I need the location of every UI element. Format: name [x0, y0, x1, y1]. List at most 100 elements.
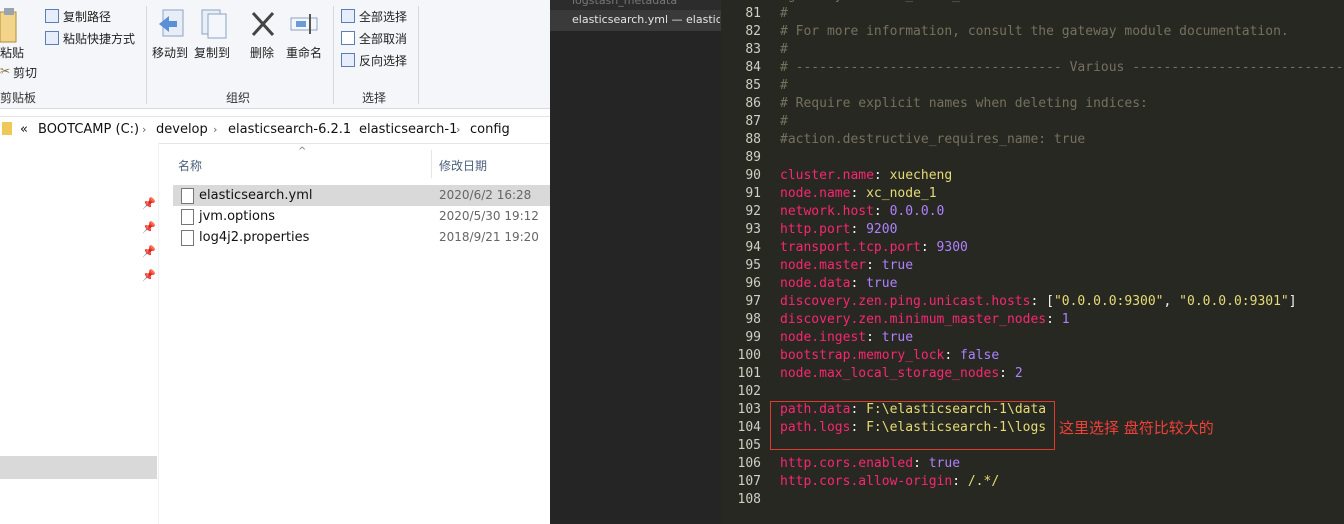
sidebar-item-label: elasticsearch.yml — elasticsearch	[572, 13, 720, 26]
file-name: elasticsearch.yml	[199, 188, 313, 203]
code-line[interactable]: #	[780, 77, 1344, 95]
paste-button[interactable]: 粘贴	[0, 44, 24, 61]
code-line[interactable]: #	[780, 41, 1344, 59]
ribbon: 粘贴 复制路径 粘贴快捷方式 ✂ 剪切 剪贴板 移动到 复制到 删除 重命名 组…	[0, 0, 550, 109]
file-row[interactable]: jvm.options 2020/5/30 19:12	[173, 206, 550, 227]
invert-selection-button[interactable]: 反向选择	[359, 52, 407, 69]
select-all-icon	[341, 9, 355, 23]
breadcrumb-overflow[interactable]: «	[20, 122, 28, 137]
copy-path-icon	[45, 9, 59, 23]
line-number: 104	[737, 420, 761, 435]
navigation-selected-item[interactable]	[0, 456, 157, 479]
group-divider	[146, 6, 147, 104]
code-line[interactable]: transport.tcp.port: 9300	[780, 239, 1344, 257]
line-number: 102	[737, 384, 761, 399]
line-number: 81	[745, 6, 761, 21]
code-line[interactable]: network.host: 0.0.0.0	[780, 203, 1344, 221]
code-line[interactable]: bootstrap.memory_lock: false	[780, 347, 1344, 365]
file-icon	[181, 209, 194, 225]
breadcrumb-config[interactable]: config	[470, 122, 510, 137]
chevron-right-icon: ›	[456, 123, 461, 136]
delete-button[interactable]: 删除	[250, 44, 274, 61]
breadcrumb-elasticsearch-1[interactable]: elasticsearch-1	[359, 122, 457, 137]
line-number: 85	[745, 78, 761, 93]
line-number: 95	[745, 258, 761, 273]
line-number: 108	[737, 492, 761, 507]
line-number: 92	[745, 204, 761, 219]
code-line[interactable]: # For more information, consult the gate…	[780, 23, 1344, 41]
code-line[interactable]: http.cors.allow-origin: /.*/	[780, 473, 1344, 491]
line-number: 89	[745, 150, 761, 165]
copy-path-button[interactable]: 复制路径	[63, 8, 111, 25]
move-to-icon[interactable]	[157, 8, 187, 44]
code-line[interactable]: discovery.zen.minimum_master_nodes: 1	[780, 311, 1344, 329]
copy-to-button[interactable]: 复制到	[194, 44, 230, 61]
copy-to-icon[interactable]	[200, 8, 230, 44]
code-line[interactable]	[780, 149, 1344, 167]
select-all-button[interactable]: 全部选择	[359, 8, 407, 25]
file-row[interactable]: log4j2.properties 2018/9/21 19:20	[173, 227, 550, 248]
code-line[interactable]	[780, 383, 1344, 401]
column-header-date[interactable]: 修改日期	[439, 157, 487, 174]
code-line[interactable]: #	[780, 113, 1344, 131]
highlight-box	[770, 401, 1055, 450]
line-number: 93	[745, 222, 761, 237]
group-divider	[418, 6, 419, 104]
chevron-right-icon: ›	[142, 123, 147, 136]
line-number: 96	[745, 276, 761, 291]
line-number: 97	[745, 294, 761, 309]
code-line[interactable]: node.ingest: true	[780, 329, 1344, 347]
rename-icon[interactable]	[290, 10, 320, 42]
paste-icon[interactable]	[0, 8, 20, 44]
folder-icon	[2, 122, 12, 135]
code-line[interactable]: discovery.zen.ping.unicast.hosts: ["0.0.…	[780, 293, 1344, 311]
sidebar-item-active[interactable]: elasticsearch.yml — elasticsearch	[550, 10, 721, 31]
annotation-text: 这里选择 盘符比较大的	[1059, 419, 1214, 437]
rename-button[interactable]: 重命名	[286, 44, 322, 61]
column-divider[interactable]	[431, 150, 432, 178]
pin-icon[interactable]: 📌	[142, 269, 156, 282]
code-line[interactable]: node.name: xc_node_1	[780, 185, 1344, 203]
line-number: 82	[745, 24, 761, 39]
paste-shortcut-button[interactable]: 粘贴快捷方式	[63, 30, 135, 47]
line-number: 87	[745, 114, 761, 129]
code-line[interactable]: http.cors.enabled: true	[780, 455, 1344, 473]
address-bar[interactable]: « BOOTCAMP (C:) › develop › elasticsearc…	[0, 116, 550, 144]
column-header-name[interactable]: 名称	[178, 157, 202, 174]
code-line[interactable]	[780, 491, 1344, 509]
select-none-button[interactable]: 全部取消	[359, 30, 407, 47]
pin-icon[interactable]: 📌	[142, 221, 156, 234]
code-line[interactable]: node.data: true	[780, 275, 1344, 293]
line-number-gutter: 8081828384858687888990919293949596979899…	[721, 0, 761, 509]
move-to-button[interactable]: 移动到	[152, 44, 188, 61]
cut-button[interactable]: 剪切	[13, 64, 37, 81]
breadcrumb-elasticsearch-621[interactable]: elasticsearch-6.2.1	[228, 122, 351, 137]
chevron-right-icon: ›	[213, 123, 218, 136]
select-none-icon	[341, 31, 355, 45]
code-line[interactable]: node.max_local_storage_nodes: 2	[780, 365, 1344, 383]
line-number: 106	[737, 456, 761, 471]
sidebar-item-prev[interactable]: logstash_metadata	[550, 0, 721, 10]
editor-sidebar: logstash_metadata elasticsearch.yml — el…	[550, 0, 721, 524]
code-line[interactable]: cluster.name: xuecheng	[780, 167, 1344, 185]
line-number: 107	[737, 474, 761, 489]
line-number: 84	[745, 60, 761, 75]
line-number: 99	[745, 330, 761, 345]
line-number: 90	[745, 168, 761, 183]
file-date: 2020/6/2 16:28	[439, 188, 532, 202]
scissors-icon: ✂	[0, 64, 11, 78]
pin-icon[interactable]: 📌	[142, 245, 156, 258]
group-divider	[333, 6, 334, 104]
code-line[interactable]: http.port: 9200	[780, 221, 1344, 239]
code-line[interactable]: #	[780, 5, 1344, 23]
code-line[interactable]: # Require explicit names when deleting i…	[780, 95, 1344, 113]
breadcrumb-develop[interactable]: develop	[156, 122, 208, 137]
code-line[interactable]: node.master: true	[780, 257, 1344, 275]
file-row[interactable]: elasticsearch.yml 2020/6/2 16:28	[173, 185, 550, 206]
delete-icon[interactable]	[250, 10, 276, 42]
code-line[interactable]: # ---------------------------------- Var…	[780, 59, 1344, 77]
line-number: 101	[737, 366, 761, 381]
breadcrumb-drive[interactable]: BOOTCAMP (C:)	[38, 122, 139, 137]
pin-icon[interactable]: 📌	[142, 197, 156, 210]
code-line[interactable]: #action.destructive_requires_name: true	[780, 131, 1344, 149]
